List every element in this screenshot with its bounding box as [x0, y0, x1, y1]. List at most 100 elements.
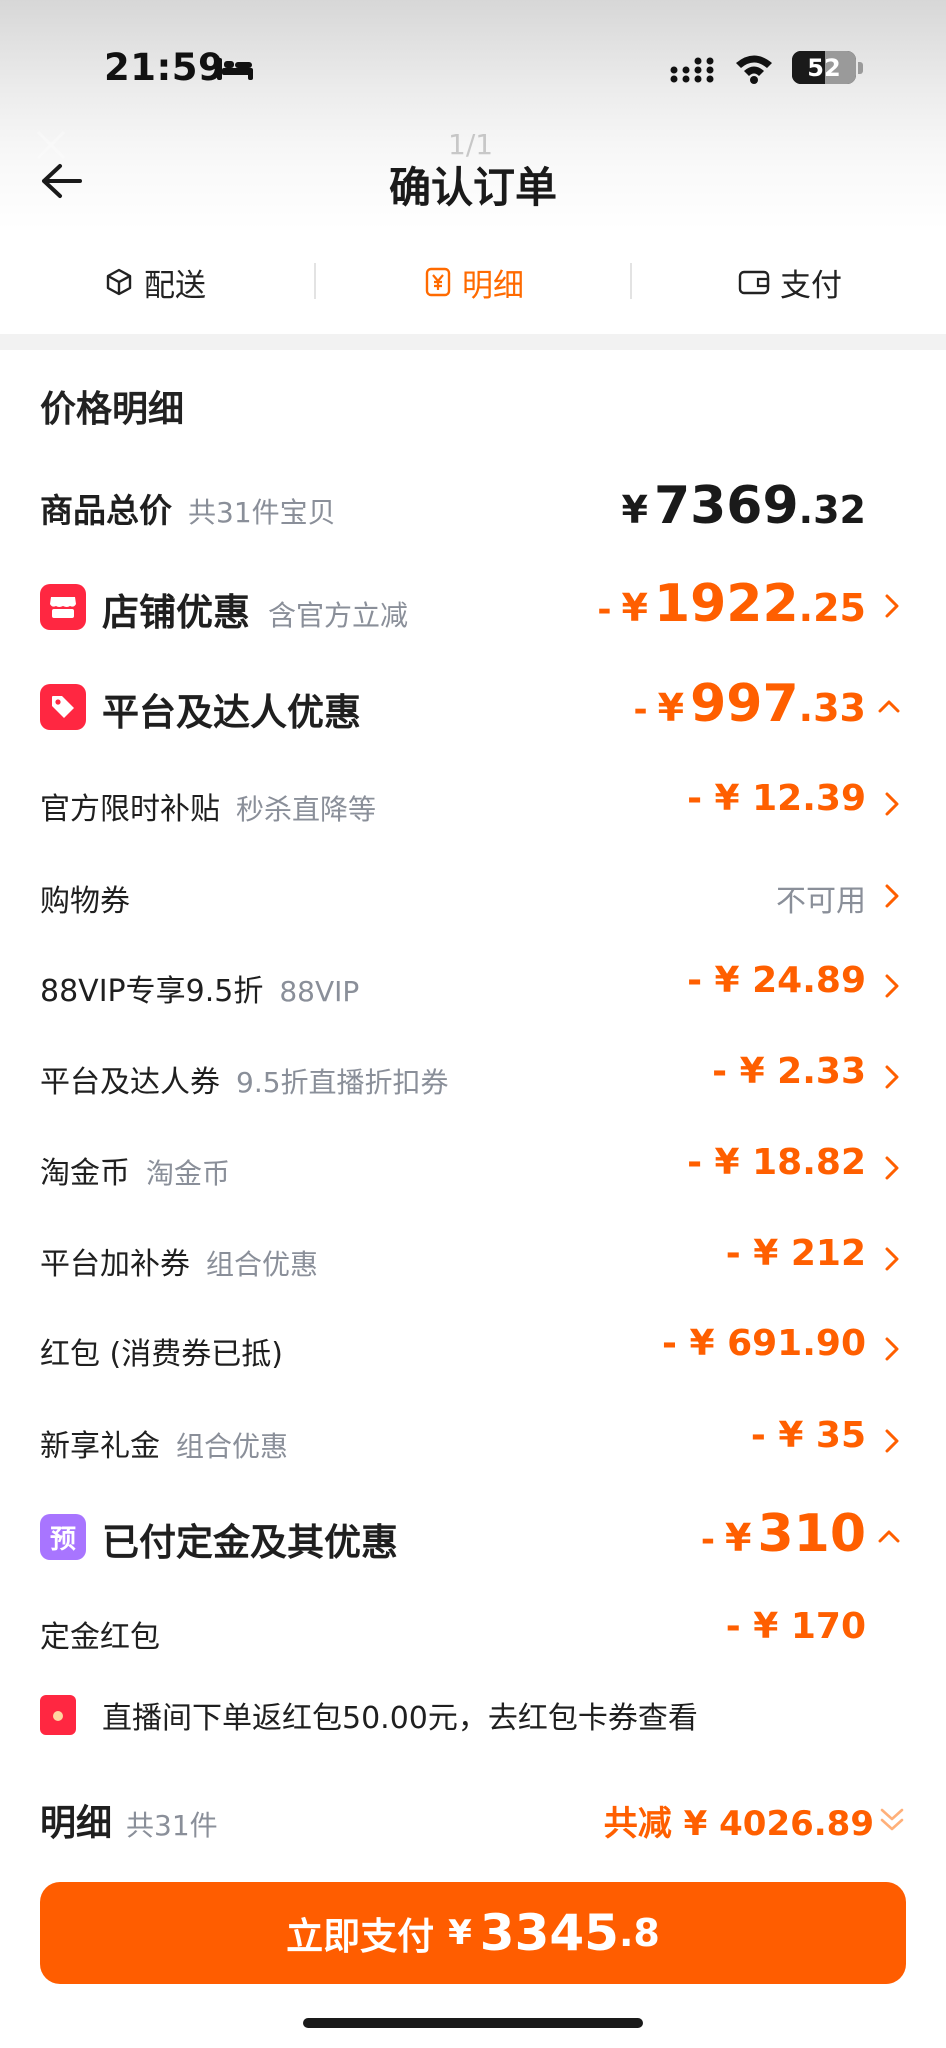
item-amount: - ¥ 12.39: [687, 778, 866, 819]
chevron-right-icon: [885, 974, 899, 998]
order-confirm-page: 21:59 52 1/1 确认订单 配送 明细 支付 价格明细 商品总价 共31…: [0, 0, 946, 2048]
goods-total-int: 7369: [653, 476, 799, 536]
price-detail-title: 价格明细: [40, 389, 185, 430]
summary-detail[interactable]: 明细 共31件: [40, 1794, 218, 1846]
item-sub: 组合优惠: [176, 1430, 289, 1463]
discount-item-row[interactable]: 官方限时补贴 秒杀直降等 - ¥ 12.39: [0, 778, 946, 828]
store-discount-int: 1922: [653, 574, 799, 634]
pay-now-label: 立即支付: [286, 1915, 435, 1958]
tab-details[interactable]: 明细: [424, 258, 524, 306]
home-indicator[interactable]: [303, 2018, 643, 2028]
store-discount-sub: 含官方立减: [268, 599, 409, 632]
status-time: 21:59: [104, 46, 225, 89]
summary-count: 共31件: [126, 1809, 218, 1842]
deposit-label: 已付定金及其优惠: [102, 1521, 398, 1564]
discount-item-row[interactable]: 红包 (消费券已抵) - ¥ 691.90: [0, 1323, 946, 1373]
item-amount: - ¥ 691.90: [662, 1323, 866, 1364]
sleep-focus-icon: [217, 58, 253, 80]
item-label: 官方限时补贴: [40, 792, 220, 827]
summary-title: 明细: [40, 1803, 113, 1844]
discount-item-row[interactable]: 平台加补券 组合优惠 - ¥ 212: [0, 1233, 946, 1283]
discount-item-row[interactable]: 88VIP专享9.5折 88VIP - ¥ 24.89: [0, 960, 946, 1010]
battery-level: 52: [807, 53, 841, 82]
chevron-right-icon: [885, 884, 899, 908]
page-title: 确认订单: [388, 163, 557, 212]
item-sub: 淘金币: [146, 1157, 231, 1190]
item-label: 平台及达人券: [40, 1065, 220, 1100]
pay-now-button[interactable]: 立即支付 ¥ 3345 .8: [40, 1882, 906, 1984]
discount-item-row[interactable]: 淘金币 淘金币 - ¥ 18.82: [0, 1142, 946, 1192]
deposit-redpacket-amount: - ¥ 170: [725, 1606, 866, 1647]
platform-discount-minus: -: [633, 690, 648, 730]
wifi-icon: [736, 55, 772, 84]
pay-yen: ¥: [448, 1913, 472, 1953]
chevron-right-icon: [885, 1337, 899, 1361]
redpacket-notice-text: 直播间下单返红包50.00元，去红包卡券查看: [102, 1701, 698, 1736]
pay-amount-int: 3345: [479, 1904, 619, 1962]
item-amount: 不可用: [776, 884, 866, 919]
store-badge: [40, 584, 86, 630]
discount-item-row[interactable]: 平台及达人券 9.5折直播折扣券 - ¥ 2.33: [0, 1051, 946, 1101]
item-amount: - ¥ 24.89: [687, 960, 866, 1001]
platform-discount-dec: .33: [798, 686, 866, 730]
discount-item-row[interactable]: 购物券 不可用: [0, 870, 946, 920]
double-chevron-down-icon[interactable]: [878, 1804, 906, 1836]
item-label: 购物券: [40, 884, 130, 919]
goods-total-row: 商品总价 共31件宝贝 ¥7369.32: [0, 476, 946, 536]
yen-doc-icon: [425, 267, 451, 297]
deposit-badge: 预: [40, 1514, 86, 1560]
item-amount: - ¥ 212: [725, 1233, 866, 1274]
deposit-minus: -: [700, 1520, 715, 1560]
store-discount-minus: -: [597, 590, 612, 630]
goods-total-dec: .32: [798, 488, 866, 532]
item-amount: - ¥ 2.33: [712, 1051, 866, 1092]
deposit-redpacket-row: 定金红包 - ¥ 170: [0, 1606, 946, 1656]
tab-divider: [314, 263, 316, 299]
goods-total-label: 商品总价: [40, 491, 172, 530]
store-discount-label: 店铺优惠: [102, 591, 250, 634]
item-sub: 秒杀直降等: [236, 793, 377, 826]
tag-icon: [52, 696, 74, 718]
deposit-row[interactable]: 预 已付定金及其优惠 - ¥310: [0, 1504, 946, 1566]
wallet-icon: [738, 270, 770, 295]
store-discount-dec: .25: [798, 586, 866, 630]
item-sub: 9.5折直播折扣券: [236, 1066, 449, 1099]
section-separator: [0, 334, 946, 350]
chevron-up-icon[interactable]: [876, 692, 902, 720]
tab-divider: [630, 263, 632, 299]
item-amount: - ¥ 18.82: [687, 1142, 866, 1183]
item-label: 88VIP专享9.5折: [40, 974, 264, 1009]
redpacket-notice[interactable]: 直播间下单返红包50.00元，去红包卡券查看: [40, 1693, 698, 1737]
red-envelope-icon: [40, 1695, 76, 1735]
discount-item-row[interactable]: 新享礼金 组合优惠 - ¥ 35: [0, 1415, 946, 1465]
store-discount-yen: ¥: [621, 586, 648, 630]
battery-indicator: 52: [792, 51, 856, 84]
item-label: 平台加补券: [40, 1247, 190, 1282]
item-label: 新享礼金: [40, 1429, 160, 1464]
platform-discount-label: 平台及达人优惠: [102, 691, 361, 734]
tab-delivery[interactable]: 配送: [104, 258, 206, 306]
item-amount: - ¥ 35: [750, 1415, 866, 1456]
goods-total-count: 共31件宝贝: [188, 496, 336, 529]
item-sub: 88VIP: [279, 975, 360, 1008]
deposit-yen: ¥: [725, 1516, 752, 1560]
store-discount-row[interactable]: 店铺优惠 含官方立减 - ¥1922.25: [0, 574, 946, 636]
battery-nub: [858, 62, 863, 74]
tab-payment-label: 支付: [780, 267, 842, 304]
deposit-amount: 310: [757, 1504, 866, 1564]
summary-total-reduce[interactable]: 共减 ¥ 4026.89: [604, 1796, 874, 1845]
chevron-up-icon[interactable]: [876, 1522, 902, 1550]
platform-discount-yen: ¥: [657, 686, 685, 730]
platform-discount-row[interactable]: 平台及达人优惠 - ¥997.33: [0, 674, 946, 736]
chevron-right-icon: [885, 1429, 899, 1453]
item-label: 红包 (消费券已抵): [40, 1337, 283, 1372]
chevron-right-icon: [885, 594, 899, 618]
item-sub: 组合优惠: [206, 1248, 319, 1281]
store-icon: [50, 597, 76, 618]
chevron-right-icon: [885, 1247, 899, 1271]
platform-badge: [40, 684, 86, 730]
platform-discount-int: 997: [690, 674, 799, 734]
tab-delivery-label: 配送: [144, 267, 206, 304]
tab-payment[interactable]: 支付: [738, 258, 842, 306]
tab-details-label: 明细: [462, 267, 524, 304]
